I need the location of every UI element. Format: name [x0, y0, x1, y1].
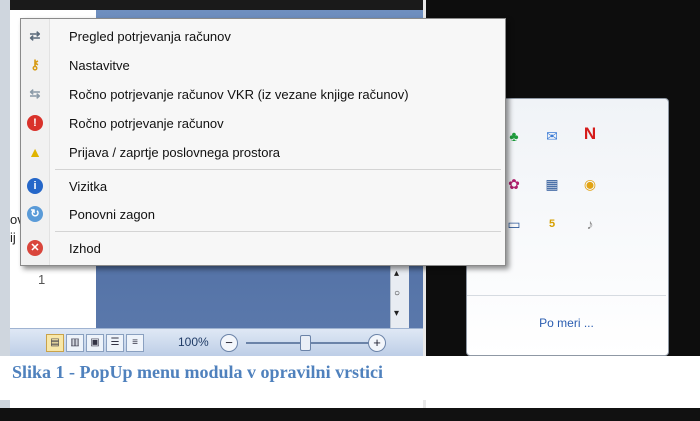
desktop-background-bottom: [0, 408, 700, 421]
menu-item-label: Izhod: [69, 241, 101, 256]
settings-key-icon: ⚷: [30, 57, 40, 72]
menu-item-label: Ponovni zagon: [69, 207, 156, 222]
menu-item-manual-vkr[interactable]: ⇆ Ročno potrjevanje računov VKR (iz veza…: [21, 83, 505, 107]
figure-caption: Slika 1 - PopUp menu modula v opravilni …: [12, 362, 384, 382]
status-bar: ▤ ▥ ▣ ☰ ≡ 100% − +: [10, 328, 423, 357]
menu-item-premises[interactable]: ▲ Prijava / zaprtje poslovnega prostora: [21, 141, 505, 165]
manual-confirm-icon: !: [27, 115, 43, 131]
zoom-slider-track[interactable]: [246, 342, 376, 344]
sync-app-icon[interactable]: ♣: [505, 127, 523, 145]
draft-view-icon[interactable]: ≡: [126, 334, 144, 352]
menu-separator: [55, 169, 501, 170]
web-layout-icon[interactable]: ▣: [86, 334, 104, 352]
line-number: 1: [38, 272, 46, 287]
menu-item-review[interactable]: ⇄ Pregled potrjevanja računov: [21, 25, 505, 49]
menu-item-label: Ročno potrjevanje računov VKR (iz vezane…: [69, 87, 409, 102]
network-computer-icon[interactable]: ▦: [543, 175, 561, 193]
menu-item-label: Vizitka: [69, 179, 108, 194]
menu-item-label: Ročno potrjevanje računov: [69, 116, 224, 131]
menu-item-settings[interactable]: ⚷ Nastavitve: [21, 54, 505, 78]
restart-icon: ↻: [27, 206, 43, 222]
outline-view-icon[interactable]: ☰: [106, 334, 124, 352]
chrome-icon[interactable]: ◉: [581, 175, 599, 193]
n-app-icon[interactable]: N: [581, 125, 599, 143]
menu-item-label: Pregled potrjevanja računov: [69, 29, 231, 44]
document-text-fragment: ij: [10, 230, 16, 245]
zoom-level[interactable]: 100%: [178, 335, 209, 349]
print-layout-view-icon[interactable]: ▤: [46, 334, 64, 352]
menu-item-label: Prijava / zaprtje poslovnega prostora: [69, 145, 281, 160]
info-icon: i: [27, 178, 43, 194]
menu-item-manual-confirm[interactable]: ! Ročno potrjevanje računov: [21, 112, 505, 136]
tray-separator: [467, 295, 666, 296]
customize-link[interactable]: Po meri ...: [467, 316, 666, 330]
zoom-slider-thumb[interactable]: [300, 335, 311, 351]
mail-icon[interactable]: ✉: [543, 127, 561, 145]
zoom-out-button[interactable]: −: [220, 334, 238, 352]
menu-item-label: Nastavitve: [69, 58, 130, 73]
multicolor-app-icon[interactable]: ✿: [505, 175, 523, 193]
exit-icon: ✕: [27, 240, 43, 256]
badge-5-icon[interactable]: 5: [543, 215, 561, 233]
menu-separator: [55, 231, 501, 232]
select-browse-object-icon[interactable]: ○: [394, 288, 400, 299]
menu-item-exit[interactable]: ✕ Izhod: [21, 237, 505, 261]
manual-vkr-icon: ⇆: [29, 86, 41, 101]
review-icon: ⇄: [29, 28, 41, 43]
popup-menu: ⇄ Pregled potrjevanja računov ⚷ Nastavit…: [20, 18, 506, 266]
zoom-in-button[interactable]: +: [368, 334, 386, 352]
warning-icon: ▲: [28, 144, 42, 160]
bell-icon[interactable]: ♪: [581, 215, 599, 233]
scroll-down-icon[interactable]: ▾: [394, 308, 399, 319]
display-icon[interactable]: ▭: [505, 215, 523, 233]
menu-item-about[interactable]: i Vizitka: [21, 175, 505, 199]
menu-item-restart[interactable]: ↻ Ponovni zagon: [21, 203, 505, 227]
full-screen-reading-icon[interactable]: ▥: [66, 334, 84, 352]
scroll-up-icon[interactable]: ▴: [394, 268, 399, 279]
